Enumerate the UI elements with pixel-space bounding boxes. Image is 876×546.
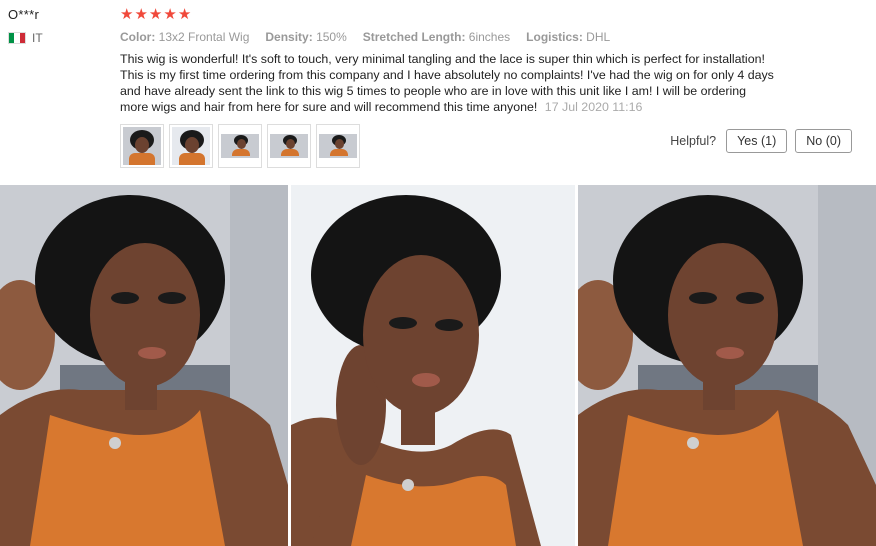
reviewer-name: O***r xyxy=(8,7,40,22)
attribute-logistics: Logistics: DHL xyxy=(526,30,611,44)
star-icon: ★ xyxy=(120,6,134,23)
attribute-length: Stretched Length: 6inches xyxy=(362,30,511,44)
review-photo[interactable] xyxy=(0,185,288,546)
review-thumbnail[interactable] xyxy=(218,124,262,168)
attribute-color: Color: 13x2 Frontal Wig xyxy=(120,30,250,44)
helpful-vote: Helpful? Yes (1) No (0) xyxy=(670,129,852,153)
star-icon: ★ xyxy=(163,6,177,23)
review-body: This wig is wonderful! It's soft to touc… xyxy=(120,51,775,115)
review-card: O***r IT ★ ★ ★ ★ ★ Color: 13x2 Frontal W… xyxy=(0,0,876,184)
review-date: 17 Jul 2020 11:16 xyxy=(544,100,643,114)
review-thumbnail[interactable] xyxy=(316,124,360,168)
italy-flag-icon xyxy=(8,32,26,44)
review-photo[interactable] xyxy=(291,185,575,546)
helpful-yes-button[interactable]: Yes (1) xyxy=(726,129,788,153)
helpful-label: Helpful? xyxy=(670,134,717,148)
star-rating: ★ ★ ★ ★ ★ xyxy=(120,6,191,24)
reviewer-country: IT xyxy=(8,31,43,45)
review-photo[interactable] xyxy=(578,185,876,546)
review-photo-gallery xyxy=(0,185,876,546)
product-attributes: Color: 13x2 Frontal Wig Density: 150% St… xyxy=(120,30,610,44)
review-text: This wig is wonderful! It's soft to touc… xyxy=(120,52,774,114)
helpful-no-button[interactable]: No (0) xyxy=(795,129,852,153)
star-icon: ★ xyxy=(134,6,148,23)
review-thumbnail[interactable] xyxy=(267,124,311,168)
star-icon: ★ xyxy=(148,6,163,23)
country-code: IT xyxy=(32,31,43,45)
review-thumbnail[interactable] xyxy=(120,124,164,168)
review-thumbnail[interactable] xyxy=(169,124,213,168)
star-icon: ★ xyxy=(177,6,192,23)
review-thumbnails xyxy=(120,124,360,168)
attribute-density: Density: 150% xyxy=(265,30,347,44)
